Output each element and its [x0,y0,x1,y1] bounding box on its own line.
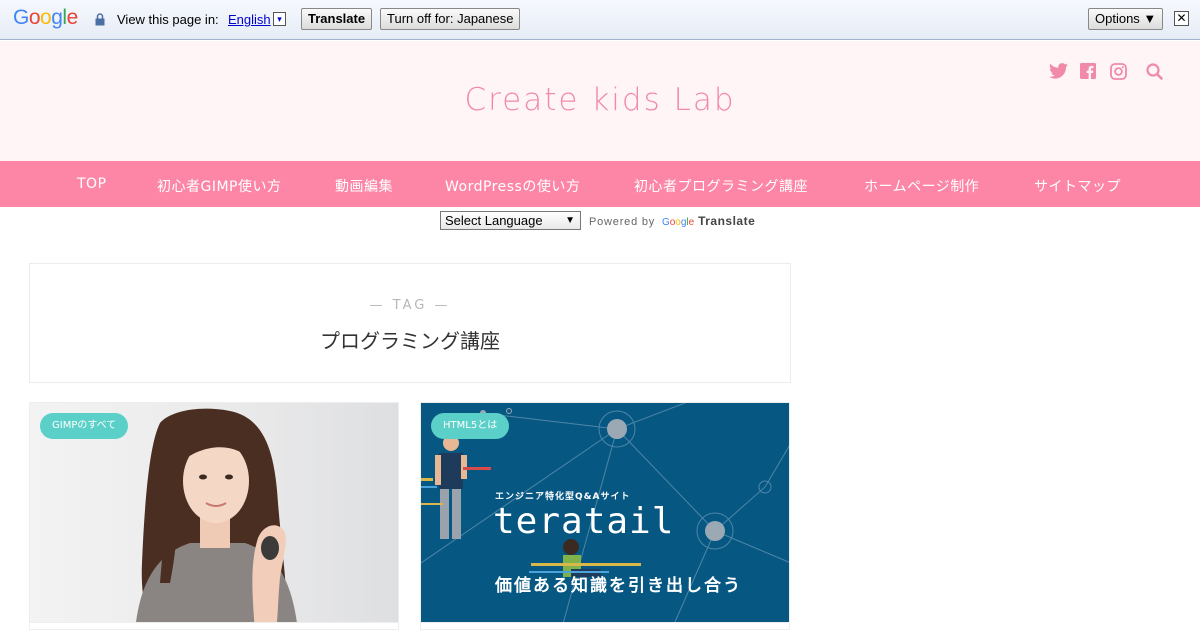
translate-button[interactable]: Translate [301,8,373,30]
select-language-dropdown[interactable]: Select Language ▼ [440,211,581,230]
google-logo: Google [13,6,78,29]
nav-item-top[interactable]: TOP [77,176,107,192]
teratail-logo: teratail [493,501,675,542]
nav-item-video-editing[interactable]: 動画編集 [335,176,393,196]
article-card[interactable]: GIMPのすべて [29,402,399,630]
banner-tagline: 価値ある知識を引き出し合う [495,576,742,596]
tag-label: — TAG — [369,298,451,313]
options-button[interactable]: Options ▼ [1088,8,1164,30]
site-header: Create kids Lab [0,41,1200,161]
select-language-value: Select Language [445,213,543,228]
twitter-icon[interactable] [1049,63,1068,79]
google-small-logo: Google [661,217,695,228]
category-badge[interactable]: GIMPのすべて [40,413,129,439]
card-footer [30,622,398,629]
close-translate-bar-button[interactable]: ✕ [1174,11,1189,26]
tag-archive-header: — TAG — プログラミング講座 [29,263,791,383]
powered-by-text: Powered by [589,216,656,228]
turn-off-button[interactable]: Turn off for: Japanese [380,8,521,30]
search-icon[interactable] [1146,63,1163,80]
lock-icon [95,13,105,26]
site-title[interactable]: Create kids Lab [0,82,1200,118]
translate-text: Translate [698,214,756,228]
translate-bar: Google View this page in: English ▾ Tran… [0,0,1200,40]
nav-item-programming[interactable]: 初心者プログラミング講座 [634,176,808,196]
nav-item-sitemap[interactable]: サイトマップ [1034,176,1121,196]
chevron-down-icon: ▼ [565,215,575,226]
powered-by-google-translate[interactable]: Powered by Google Translate [589,214,755,228]
view-page-text: View this page in: [117,12,219,27]
language-link[interactable]: English [228,12,271,27]
nav-item-gimp[interactable]: 初心者GIMP使い方 [157,176,282,196]
article-card[interactable]: HTML5とは エンジニア特化型Q&Aサイト teratail 価値ある知識を引… [420,402,790,630]
language-dropdown-arrow[interactable]: ▾ [273,12,286,26]
instagram-icon[interactable] [1110,63,1127,80]
nav-item-homepage[interactable]: ホームページ制作 [864,176,979,196]
main-nav: TOP 初心者GIMP使い方 動画編集 WordPressの使い方 初心者プログ… [0,161,1200,207]
facebook-icon[interactable] [1080,63,1096,79]
page-title: プログラミング講座 [320,329,500,353]
nav-item-wordpress[interactable]: WordPressの使い方 [445,176,580,196]
category-badge[interactable]: HTML5とは [431,413,510,439]
card-footer [421,622,789,629]
